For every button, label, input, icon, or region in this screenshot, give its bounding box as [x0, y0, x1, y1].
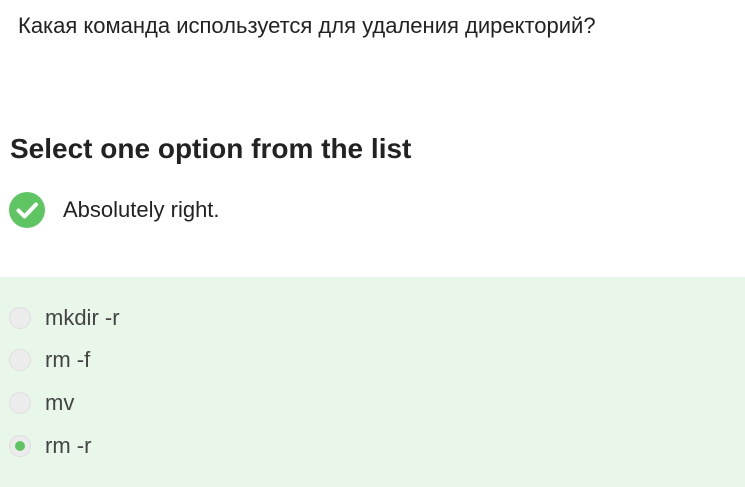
feedback-text: Absolutely right.	[63, 197, 220, 222]
option-rm-f[interactable]: rm -f	[9, 346, 90, 374]
option-rm-r[interactable]: rm -r	[9, 432, 91, 460]
feedback-message: Absolutely right.	[9, 192, 220, 228]
radio-button[interactable]	[9, 307, 31, 329]
question-text: Какая команда используется для удаления …	[18, 13, 596, 38]
check-circle-icon	[9, 192, 45, 228]
option-label[interactable]: rm -f	[45, 346, 90, 374]
option-label[interactable]: rm -r	[45, 432, 91, 460]
radio-button[interactable]	[9, 349, 31, 371]
option-mkdir-r[interactable]: mkdir -r	[9, 304, 120, 332]
option-label[interactable]: mv	[45, 389, 74, 417]
options-panel: mkdir -r rm -f mv rm -r	[0, 277, 745, 487]
instruction-heading: Select one option from the list	[10, 133, 412, 164]
option-label[interactable]: mkdir -r	[45, 304, 120, 332]
radio-button[interactable]	[9, 392, 31, 414]
option-mv[interactable]: mv	[9, 389, 74, 417]
radio-button-selected[interactable]	[9, 435, 31, 457]
